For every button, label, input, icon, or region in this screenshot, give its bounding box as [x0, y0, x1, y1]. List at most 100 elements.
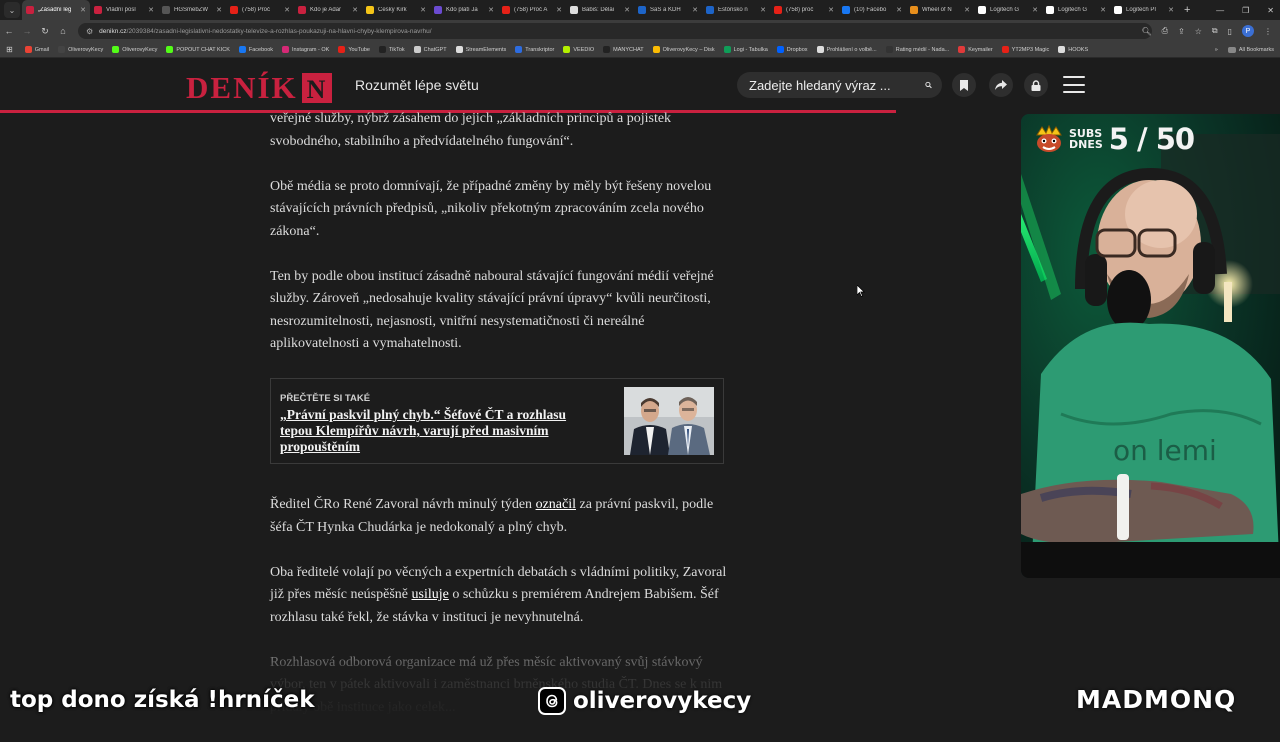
browser-tab[interactable]: Logitech G ✕ — [1042, 0, 1110, 20]
denik-n-logo[interactable]: DENÍK N — [186, 70, 332, 106]
login-button[interactable] — [1024, 73, 1048, 97]
browser-tab[interactable]: Wheel of N ✕ — [906, 0, 974, 20]
forward-icon[interactable]: → — [18, 26, 36, 36]
browser-tab[interactable]: Babiš: Děláı ✕ — [566, 0, 634, 20]
bookmark-favicon-icon — [58, 46, 66, 53]
browser-tab[interactable]: HGSmebZW ✕ — [158, 0, 226, 20]
saved-articles-button[interactable] — [952, 73, 976, 97]
reload-icon[interactable]: ↻ — [36, 26, 54, 37]
site-info-icon[interactable]: ⚙ — [86, 27, 93, 36]
bookmark-item[interactable]: Transkriptor — [515, 46, 554, 53]
oznacil-link[interactable]: označil — [536, 497, 576, 512]
apps-icon[interactable]: ⊞ — [6, 45, 13, 54]
read-also-box[interactable]: PŘEČTĚTE SI TAKÉ „Právní paskvil plný ch… — [270, 378, 724, 464]
browser-tab[interactable]: Logitech PI ✕ — [1110, 0, 1178, 20]
bookmark-item[interactable]: OliverovyKecy — [58, 46, 103, 53]
close-tab-icon[interactable]: ✕ — [488, 6, 494, 14]
extensions-icon[interactable]: ⧉ — [1212, 26, 1218, 36]
search-box[interactable] — [737, 72, 942, 98]
address-bar[interactable]: ⚙ denikn.cz/2039384/zasadni-legislativni… — [78, 23, 1152, 39]
bookmark-star-icon[interactable]: ☆ — [1195, 27, 1202, 36]
tab-favicon-icon — [162, 6, 170, 14]
restore-icon[interactable]: ❐ — [1242, 6, 1249, 15]
close-tab-icon[interactable]: ✕ — [556, 6, 562, 14]
bookmark-item[interactable]: StreamElements — [455, 46, 506, 53]
bookmark-favicon-icon — [776, 46, 784, 53]
bookmark-item[interactable]: YouTube — [338, 46, 370, 53]
browser-tab[interactable]: (758) Proč ✕ — [226, 0, 294, 20]
browser-menu-icon[interactable]: ⋮ — [1264, 27, 1272, 36]
close-tab-icon[interactable]: ✕ — [420, 6, 426, 14]
read-also-link[interactable]: „Právní paskvil plný chyb.“ Šéfové ČT a … — [280, 407, 600, 455]
profile-avatar[interactable]: P — [1242, 25, 1254, 37]
install-icon[interactable]: ⎙ — [1162, 26, 1168, 36]
zoom-icon[interactable]: 🔍︎ — [1141, 27, 1151, 36]
bookmark-list: Gmail OliverovyKecy OliverovyKecy POPOUT CH… — [24, 46, 1097, 53]
bookmark-item[interactable]: Rating médií - Nada... — [885, 46, 949, 53]
browser-tab[interactable]: Český Kirk ✕ — [362, 0, 430, 20]
bookmark-item[interactable]: YT2MP3 Magic — [1001, 46, 1049, 53]
close-tab-icon[interactable]: ✕ — [80, 6, 86, 14]
close-tab-icon[interactable]: ✕ — [828, 6, 834, 14]
new-tab-button[interactable]: + — [1184, 0, 1190, 20]
browser-tab[interactable]: Vládní posl ✕ — [90, 0, 158, 20]
bookmark-item[interactable]: OliverovyKecy — [112, 46, 157, 53]
back-icon[interactable]: ← — [0, 26, 18, 36]
browser-tab[interactable]: „Zásadní leg ✕ — [22, 0, 90, 20]
bookmark-item[interactable]: Keymailer — [958, 46, 993, 53]
bookmark-item[interactable]: ChatGPT — [413, 46, 447, 53]
bookmark-item[interactable]: Instagram - OK — [282, 46, 329, 53]
tab-favicon-icon — [94, 6, 102, 14]
close-tab-icon[interactable]: ✕ — [1032, 6, 1038, 14]
close-tab-icon[interactable]: ✕ — [216, 6, 222, 14]
site-tagline: Rozumět lépe světu — [355, 77, 479, 93]
browser-tab[interactable]: (758) Proč A ✕ — [498, 0, 566, 20]
close-tab-icon[interactable]: ✕ — [1168, 6, 1174, 14]
bookmark-item[interactable]: HOOKS — [1058, 46, 1088, 53]
browser-tab[interactable]: Kdo platí Ja ✕ — [430, 0, 498, 20]
sidebar-icon[interactable]: ▯ — [1228, 27, 1232, 36]
search-input[interactable] — [749, 77, 925, 93]
bookmark-item[interactable]: Gmail — [24, 46, 49, 53]
menu-icon[interactable] — [1063, 76, 1085, 93]
browser-tab[interactable]: SaS a KDH ✕ — [634, 0, 702, 20]
browser-tab[interactable]: Kdo je Adar ✕ — [294, 0, 362, 20]
share-icon[interactable]: ⇪ — [1178, 27, 1185, 36]
close-tab-icon[interactable]: ✕ — [692, 6, 698, 14]
bookmark-item[interactable]: VEEDIO — [563, 46, 594, 53]
bookmark-item[interactable]: MANYCHAT — [603, 46, 644, 53]
browser-tab[interactable]: (758) proč ✕ — [770, 0, 838, 20]
browser-tab[interactable]: Logitech G ✕ — [974, 0, 1042, 20]
browser-tab[interactable]: Estónsko n ✕ — [702, 0, 770, 20]
close-tab-icon[interactable]: ✕ — [760, 6, 766, 14]
home-icon[interactable]: ⌂ — [54, 26, 72, 36]
minimize-icon[interactable]: — — [1216, 6, 1224, 15]
bookmark-item[interactable]: Logi - Tabulka — [723, 46, 768, 53]
stream-overlay-bar: top dono získá !hrníček oliverovykecy MA… — [0, 682, 1280, 720]
article-paragraph: Ředitel ČRo René Zavoral návrh minulý tý… — [270, 497, 714, 535]
search-icon[interactable] — [925, 79, 932, 91]
close-tab-icon[interactable]: ✕ — [896, 6, 902, 14]
usiluje-link[interactable]: usiluje — [412, 587, 449, 602]
bookmark-item[interactable]: TikTok — [378, 46, 405, 53]
bookmark-item[interactable]: POPOUT CHAT KICK — [166, 46, 230, 53]
close-tab-icon[interactable]: ✕ — [284, 6, 290, 14]
share-button[interactable] — [989, 73, 1013, 97]
tab-title: „Zásadní leg — [38, 7, 72, 13]
close-tab-icon[interactable]: ✕ — [352, 6, 358, 14]
more-bookmarks-icon[interactable]: » — [1215, 47, 1218, 53]
bookmark-item[interactable]: Facebook — [238, 46, 273, 53]
tab-search-button[interactable]: ⌄ — [4, 2, 20, 18]
all-bookmarks-button[interactable]: All Bookmarks — [1227, 47, 1274, 53]
close-tab-icon[interactable]: ✕ — [1100, 6, 1106, 14]
read-also-thumbnail[interactable] — [624, 387, 714, 455]
tab-title: (758) proč — [786, 7, 814, 13]
browser-tab[interactable]: (10) Facebo ✕ — [838, 0, 906, 20]
bookmark-item[interactable]: OliverovyKecy – Disk — [652, 46, 715, 53]
bookmark-item[interactable]: Dropbox — [776, 46, 808, 53]
close-tab-icon[interactable]: ✕ — [964, 6, 970, 14]
bookmark-item[interactable]: Prohlášení o volbě... — [816, 46, 877, 53]
close-window-icon[interactable]: ✕ — [1267, 6, 1274, 15]
close-tab-icon[interactable]: ✕ — [624, 6, 630, 14]
close-tab-icon[interactable]: ✕ — [148, 6, 154, 14]
